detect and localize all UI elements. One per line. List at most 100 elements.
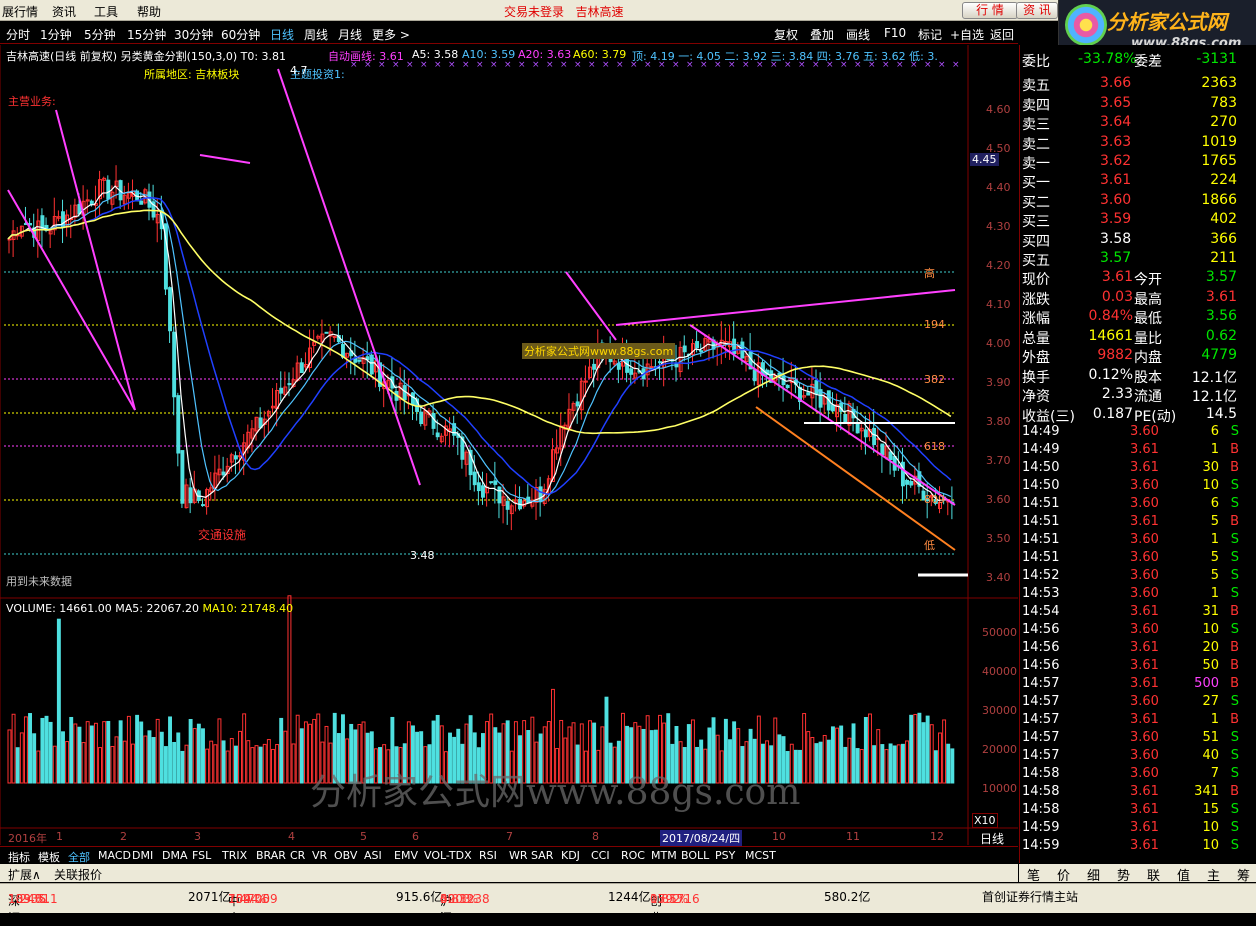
period-tab-60min[interactable]: 60分钟 — [221, 26, 260, 43]
back-button[interactable]: 返回 — [990, 26, 1014, 43]
date-cursor-box: 2017/08/24/四 — [660, 830, 743, 846]
volume-bar — [950, 748, 955, 784]
f10-button[interactable]: F10 — [884, 26, 906, 40]
indicator-tab[interactable]: 指标 — [8, 849, 30, 865]
period-tab-5min[interactable]: 5分钟 — [84, 26, 116, 43]
indicator-tab[interactable]: SAR — [531, 849, 553, 862]
volume-bar — [233, 745, 238, 784]
mark-button[interactable]: 标记 — [918, 26, 942, 43]
indicator-tab[interactable]: VR — [312, 849, 327, 862]
candle-body — [629, 368, 634, 375]
tick-row: 14:56 3.61 50 B — [1022, 658, 1239, 673]
signal-mark: × — [490, 60, 498, 70]
indicator-tab[interactable]: PSY — [715, 849, 735, 862]
period-tab-15min[interactable]: 15分钟 — [127, 26, 166, 43]
price-axis-tick: 3.50 — [986, 532, 1011, 545]
indicator-tab[interactable]: KDJ — [561, 849, 580, 862]
right-panel-tab[interactable]: 值 — [1177, 865, 1190, 884]
indicator-tab[interactable]: BOLL — [681, 849, 709, 862]
indicator-tab[interactable]: CR — [290, 849, 305, 862]
draw-line-button[interactable]: 画线 — [846, 26, 870, 43]
volume-bar — [221, 740, 226, 784]
indicator-tab[interactable]: 模板 — [38, 849, 60, 865]
watermark-large: 分析家公式网www.88gs.com — [310, 772, 801, 813]
kline-chart-svg[interactable]: × × × × × × × × × × × × × × × × × × × × × × × × × × × × × × × × × × × × × × × ×… — [0, 45, 1018, 845]
period-tab-more[interactable]: 更多 > — [372, 26, 410, 43]
menu-item-tools[interactable]: 工具 — [94, 3, 118, 20]
period-tab-daily[interactable]: 日线 — [270, 26, 294, 43]
indicator-tab[interactable]: DMA — [162, 849, 188, 862]
fib-low-label: 低 — [924, 539, 935, 552]
indicator-tab[interactable]: 全部 — [68, 849, 90, 865]
right-period-button[interactable]: 日线 — [980, 830, 1004, 847]
candle-body — [830, 404, 835, 412]
period-tab-30min[interactable]: 30分钟 — [174, 26, 213, 43]
right-panel-tab[interactable]: 联 — [1147, 865, 1160, 884]
candle-body — [324, 331, 329, 334]
indicator-tab[interactable]: ROC — [621, 849, 645, 862]
tick-row: 14:52 3.60 5 S — [1022, 568, 1239, 583]
fib-618-label: 618 — [924, 440, 945, 453]
signal-mark: × — [448, 60, 456, 70]
indicator-tab[interactable]: VOL-TDX — [424, 849, 472, 862]
candle-body — [855, 422, 860, 434]
indicator-tab[interactable]: CCI — [591, 849, 610, 862]
candle-body — [538, 486, 543, 503]
volume-bar — [283, 730, 288, 784]
right-panel-tab[interactable]: 主 — [1207, 865, 1220, 884]
period-tab-1min[interactable]: 1分钟 — [40, 26, 72, 43]
volume-bar — [839, 725, 844, 784]
expand-button[interactable]: 扩展∧ — [8, 866, 41, 883]
volume-bar — [835, 727, 840, 784]
candle-body — [201, 504, 205, 507]
period-tab-timeshare[interactable]: 分时 — [6, 26, 30, 43]
candle-body — [176, 395, 181, 454]
volume-bar — [946, 743, 951, 784]
volume-bar — [299, 728, 304, 784]
quote-button[interactable]: 行 情 — [962, 2, 1018, 19]
right-panel-tab[interactable]: 价 — [1057, 865, 1070, 884]
tick-row: 14:51 3.60 1 S — [1022, 532, 1239, 547]
price-axis-tick: 3.60 — [986, 493, 1011, 506]
indicator-tab[interactable]: EMV — [394, 849, 418, 862]
price-axis-tick: 4.00 — [986, 337, 1011, 350]
indicator-tab[interactable]: ASI — [364, 849, 382, 862]
volume-bar — [15, 747, 20, 784]
indicator-tab[interactable]: FSL — [192, 849, 211, 862]
candle-body — [299, 362, 304, 374]
stat-row: 外盘 9882 内盘 4779 — [1022, 347, 1237, 366]
indicator-tab[interactable]: MACD — [98, 849, 131, 862]
indicator-tab[interactable]: MTM — [651, 849, 677, 862]
period-tab-weekly[interactable]: 周线 — [304, 26, 328, 43]
stat-row: 现价 3.61 今开 3.57 — [1022, 269, 1237, 288]
indicator-tab[interactable]: TRIX — [222, 849, 247, 862]
menu-item-market[interactable]: 展行情 — [2, 3, 38, 20]
volume-bar — [44, 715, 49, 784]
right-panel-tab[interactable]: 笔 — [1027, 865, 1040, 884]
kline-chart-area[interactable]: × × × × × × × × × × × × × × × × × × × × × × × × × × × × × × × × × × × × × × × ×… — [0, 45, 1018, 847]
indicator-tab[interactable]: OBV — [334, 849, 357, 862]
info-button[interactable]: 资 讯 — [1016, 2, 1058, 19]
add-favorite-button[interactable]: +自选 — [950, 26, 984, 43]
period-tab-monthly[interactable]: 月线 — [338, 26, 362, 43]
indicator-tab[interactable]: BRAR — [256, 849, 286, 862]
ask-row: 卖一 3.62 1765 — [1022, 153, 1237, 172]
volume-bar — [880, 744, 885, 784]
restore-right-button[interactable]: 复权 — [774, 26, 798, 43]
right-panel-tab[interactable]: 细 — [1087, 865, 1100, 884]
volume-bar — [168, 716, 172, 784]
right-panel-tab[interactable]: 筹 — [1237, 865, 1250, 884]
overlay-button[interactable]: 叠加 — [810, 26, 834, 43]
menu-item-info[interactable]: 资讯 — [52, 3, 76, 20]
tick-row: 14:50 3.60 10 S — [1022, 478, 1239, 493]
volume-bar — [48, 721, 53, 784]
indicator-tab[interactable]: MCST — [745, 849, 776, 862]
tick-row: 14:53 3.60 1 S — [1022, 586, 1239, 601]
status-bar: 深证 10935.1 133.81 1.24% 2071亿 中小 7544.59 1… — [0, 883, 1256, 925]
indicator-tab[interactable]: RSI — [479, 849, 497, 862]
indicator-tab[interactable]: DMI — [132, 849, 153, 862]
related-quote-button[interactable]: 关联报价 — [54, 866, 102, 883]
menu-item-help[interactable]: 帮助 — [137, 3, 161, 20]
right-panel-tab[interactable]: 势 — [1117, 865, 1130, 884]
indicator-tab[interactable]: WR — [509, 849, 528, 862]
